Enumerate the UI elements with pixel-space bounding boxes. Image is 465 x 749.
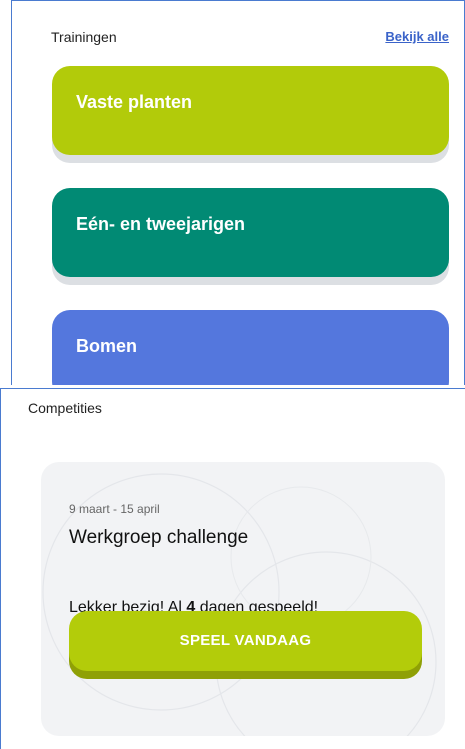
play-today-button[interactable]: SPEEL VANDAAG	[69, 611, 422, 679]
competitions-title: Competities	[28, 400, 102, 416]
competition-date-range: 9 maart - 15 april	[69, 502, 160, 516]
competition-card[interactable]: 9 maart - 15 april Werkgroep challenge L…	[41, 462, 445, 736]
training-card-label: Eén- en tweejarigen	[76, 214, 246, 234]
training-card-label: Vaste planten	[76, 92, 193, 112]
training-card-vaste-planten[interactable]: Vaste planten	[52, 66, 449, 163]
play-today-label: SPEEL VANDAAG	[179, 632, 312, 649]
see-all-link[interactable]: Bekijk alle	[385, 29, 449, 44]
trainings-section: Trainingen Bekijk alle Vaste planten Eén…	[11, 0, 465, 385]
competitions-section: Competities 9 maart - 15 april Werkgroep…	[0, 388, 465, 749]
training-card-label: Bomen	[76, 336, 138, 356]
competition-name: Werkgroep challenge	[69, 527, 249, 548]
training-card-een-en-tweejarigen[interactable]: Eén- en tweejarigen	[52, 188, 449, 285]
training-card-bomen[interactable]: Bomen	[52, 310, 449, 385]
trainings-title: Trainingen	[51, 29, 117, 45]
